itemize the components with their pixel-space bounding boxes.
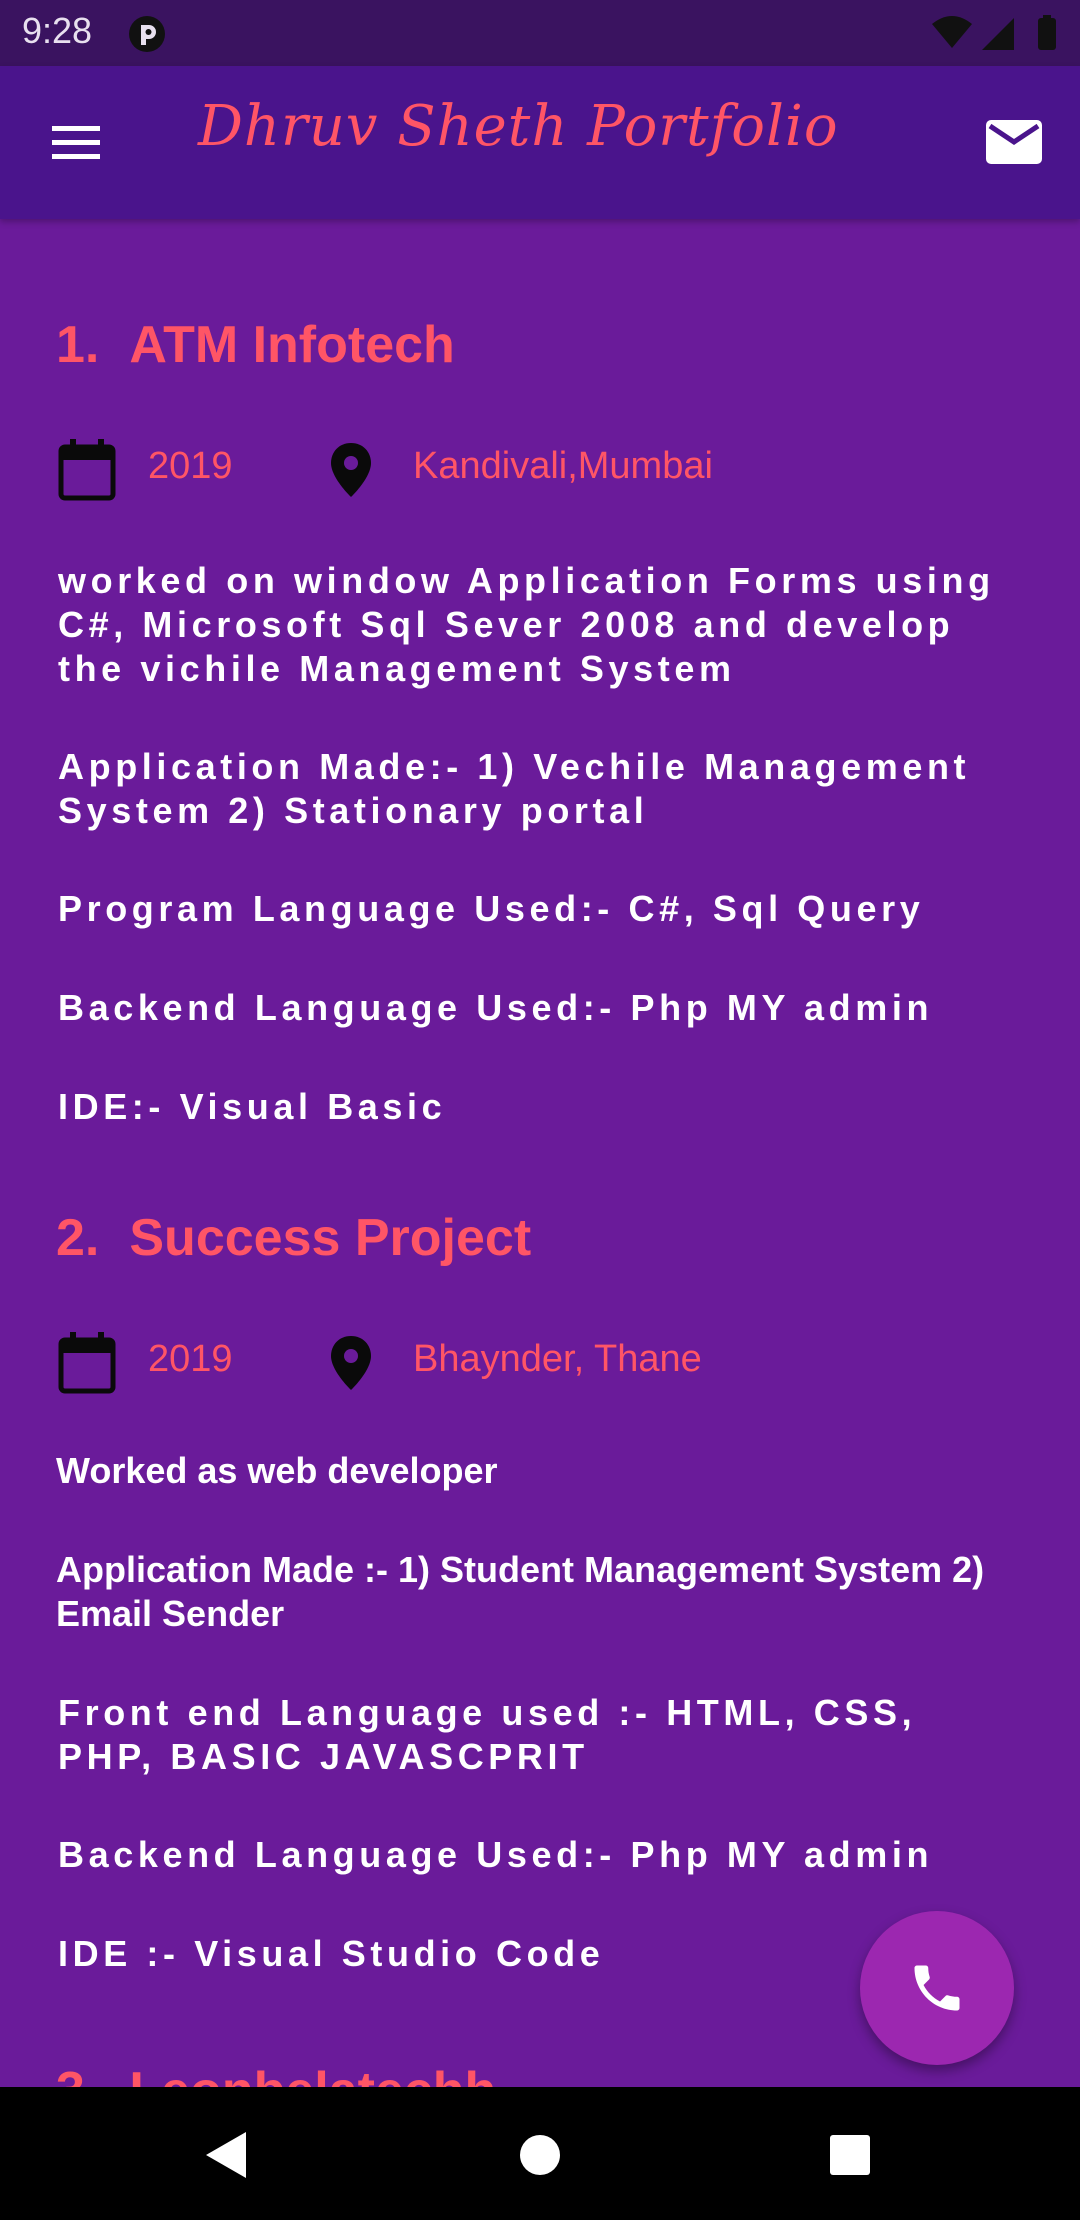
location-pin-icon [331, 443, 371, 497]
signal-icon [982, 18, 1014, 50]
home-icon[interactable] [505, 2120, 575, 2190]
app-bar: Dhruv Sheth Portfolio [0, 66, 1080, 219]
project-location: Kandivali,Mumbai [413, 445, 713, 487]
project-number: 3. [56, 2062, 99, 2087]
project-year: 2019 [148, 445, 233, 487]
back-icon[interactable] [190, 2120, 260, 2190]
project-name: ATM Infotech [129, 316, 455, 374]
project-name: Leonbelatechh [129, 2062, 496, 2087]
mail-icon[interactable] [984, 118, 1044, 166]
call-button[interactable] [860, 1911, 1014, 2065]
project-title: 1. ATM Infotech [56, 315, 455, 375]
menu-icon[interactable] [46, 120, 106, 166]
status-icons [932, 15, 1056, 50]
project-number: 2. [56, 1209, 100, 1267]
location-pin-icon [331, 1336, 371, 1390]
project-list[interactable]: 1. ATM Infotech 2019 Kandivali,Mumbai wor… [0, 219, 1080, 2087]
project-apps-made: Application Made:- 1) Vechile Management… [58, 746, 971, 831]
project-title: 3. Leonbelatechh [56, 2061, 496, 2087]
project-title: 2. Success Project [56, 1208, 531, 1268]
project-description: Worked as web developer [56, 1450, 498, 1491]
status-time: 9:28 [22, 10, 93, 51]
wifi-icon [932, 16, 972, 48]
recents-icon[interactable] [815, 2120, 885, 2190]
project-backend-language: Backend Language Used:- Php MY admin [58, 1834, 934, 1875]
app-notification-icon [129, 16, 165, 52]
project-location: Bhaynder, Thane [413, 1338, 702, 1380]
calendar-icon [58, 1332, 116, 1394]
status-bar: 9:28 [0, 0, 1080, 66]
navigation-bar [0, 2087, 1080, 2220]
app-title: Dhruv Sheth Portfolio [198, 94, 839, 159]
project-backend-language: Backend Language Used:- Php MY admin [58, 987, 934, 1028]
project-apps-made: Application Made :- 1) Student Managemen… [56, 1549, 985, 1634]
project-year: 2019 [148, 1338, 233, 1380]
project-program-language: Program Language Used:- C#, Sql Query [58, 888, 925, 929]
project-ide: IDE:- Visual Basic [58, 1086, 447, 1127]
battery-icon [1038, 18, 1056, 50]
project-frontend-language: Front end Language used :- HTML, CSS, PH… [58, 1692, 917, 1777]
calendar-icon [58, 439, 116, 501]
project-number: 1. [56, 316, 100, 374]
project-description: worked on window Application Forms using… [58, 560, 995, 689]
project-name: Success Project [129, 1209, 532, 1267]
phone-icon [914, 1965, 960, 2011]
